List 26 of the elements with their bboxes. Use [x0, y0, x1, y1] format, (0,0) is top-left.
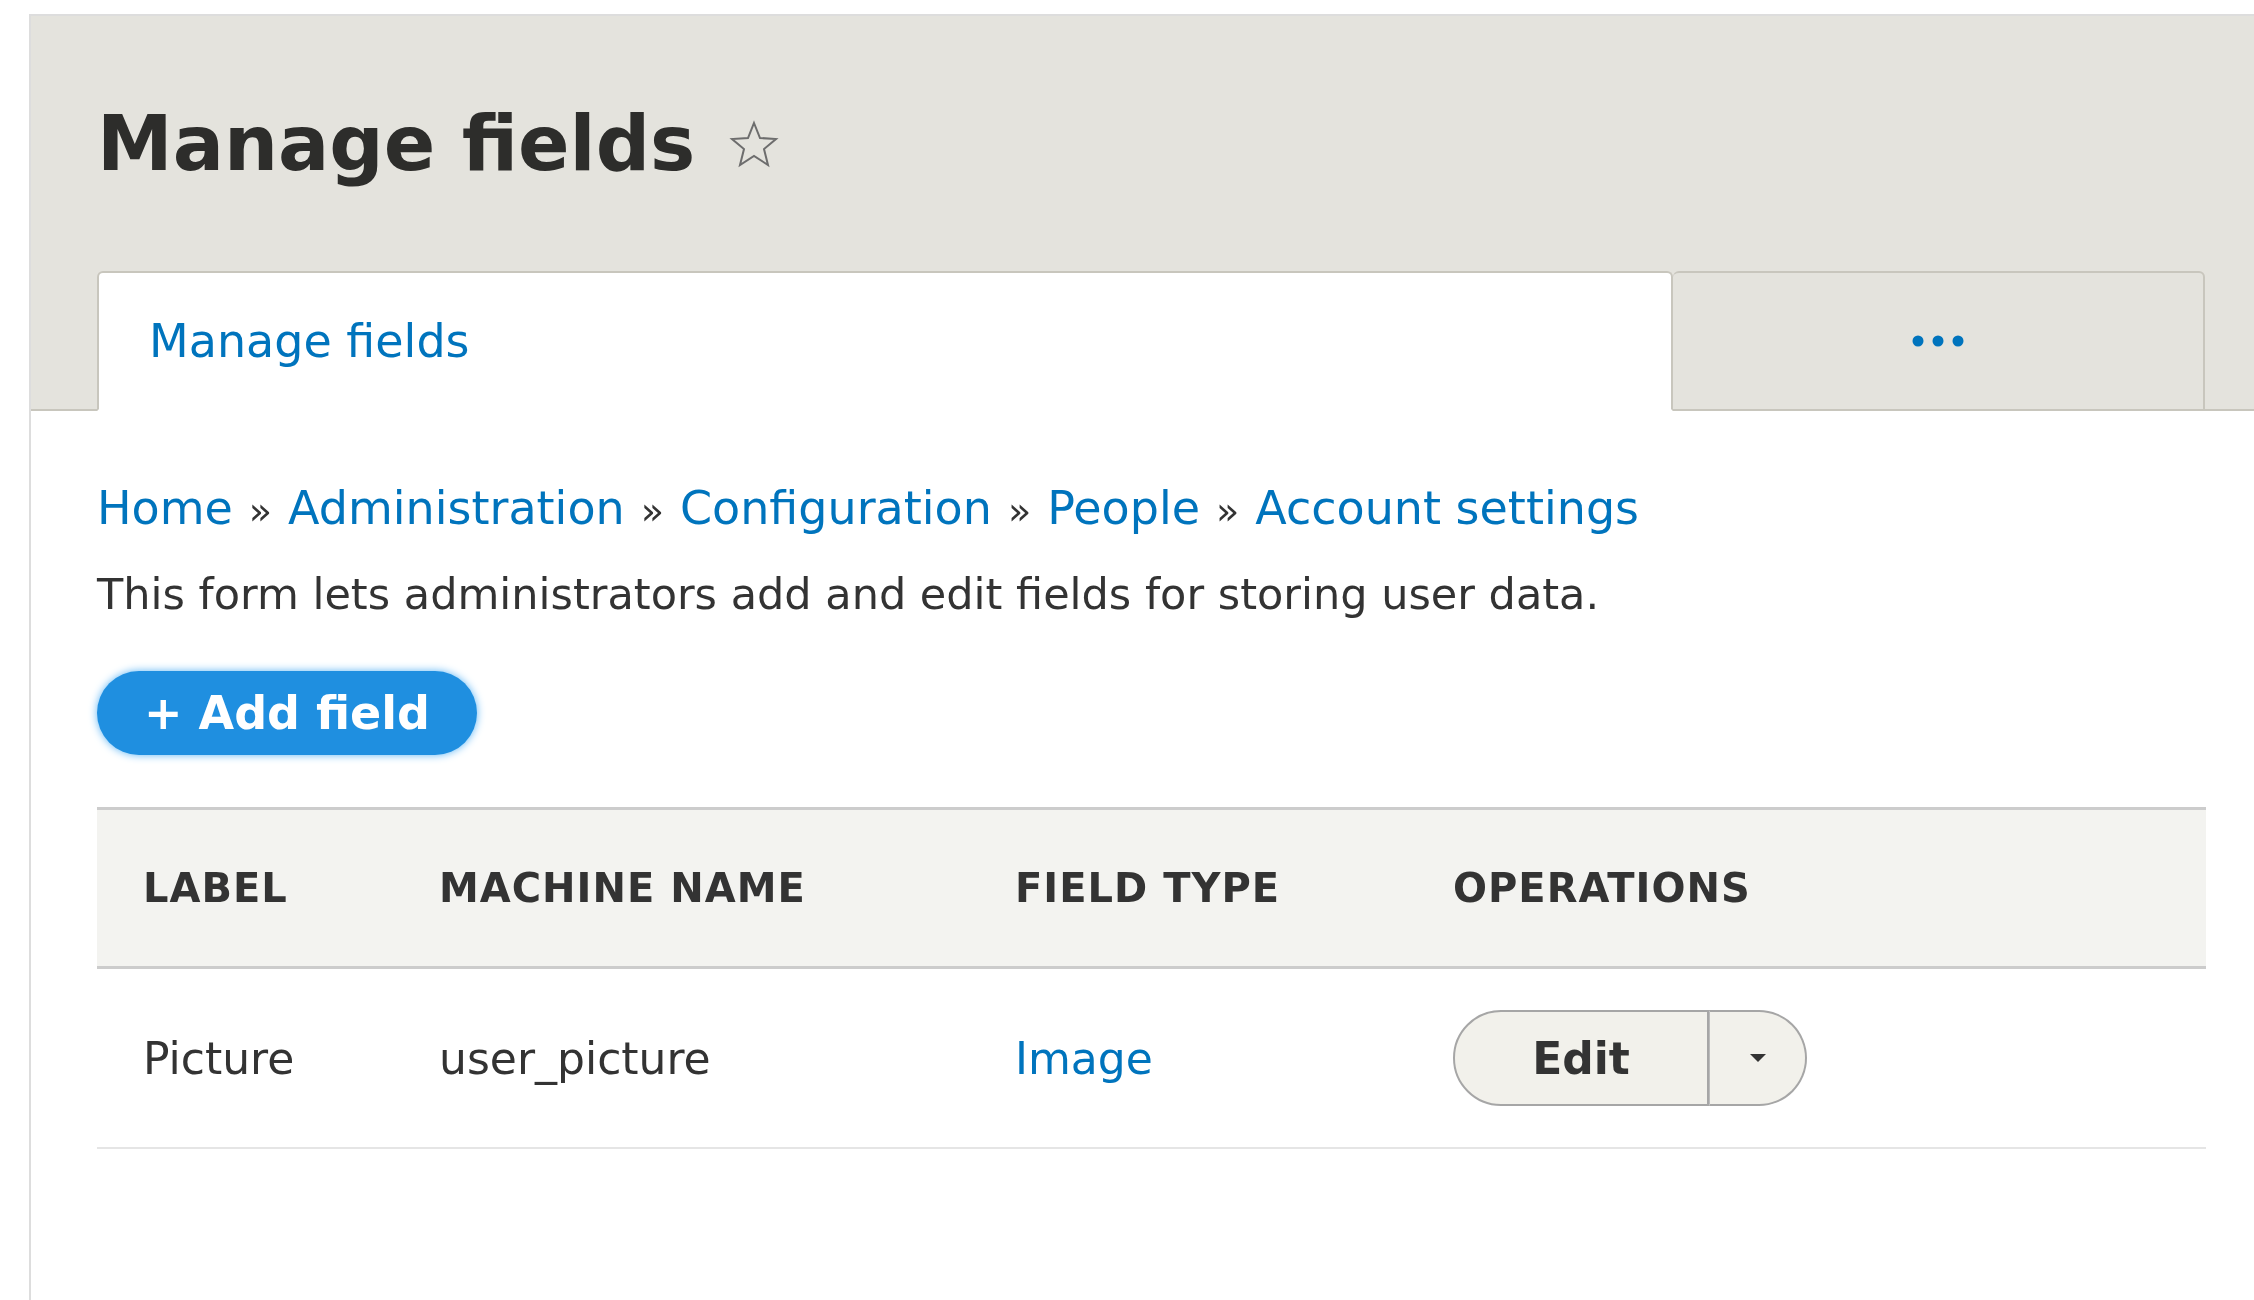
add-field-button[interactable]: + Add field	[97, 671, 477, 755]
column-header: OPERATIONS	[1407, 808, 2206, 968]
star-icon[interactable]	[729, 119, 780, 168]
field-type-link[interactable]: Image	[1015, 1032, 1153, 1084]
breadcrumb-separator: »	[1007, 489, 1032, 533]
breadcrumb-link[interactable]: Account settings	[1255, 481, 1640, 535]
more-tab[interactable]	[1673, 271, 2205, 411]
breadcrumb-link[interactable]: People	[1047, 481, 1200, 535]
column-header: LABEL	[97, 808, 393, 968]
caret-icon	[1749, 1054, 1766, 1062]
breadcrumb-link[interactable]: Home	[97, 481, 233, 535]
column-header: MACHINE NAME	[393, 808, 969, 968]
ellipsis-icon	[1912, 335, 1964, 347]
description-text: This form lets administrators add and edit fields for storing user data.	[97, 569, 1601, 619]
breadcrumb-separator: »	[640, 489, 664, 533]
tab[interactable]: Manage fields	[97, 271, 1673, 411]
breadcrumb-link[interactable]: Administration	[288, 481, 625, 535]
breadcrumb-link[interactable]: Configuration	[679, 481, 992, 535]
table-cell: user_picture	[393, 967, 969, 1148]
breadcrumb-separator: »	[1216, 489, 1240, 533]
column-header: FIELD TYPE	[969, 808, 1407, 968]
edit-button[interactable]: Edit	[1453, 1010, 1709, 1106]
dropdown-toggle[interactable]	[1709, 1010, 1807, 1106]
table-cell: Picture	[97, 967, 393, 1148]
page-title: Manage fields	[97, 99, 696, 188]
breadcrumb-separator: »	[248, 489, 273, 533]
